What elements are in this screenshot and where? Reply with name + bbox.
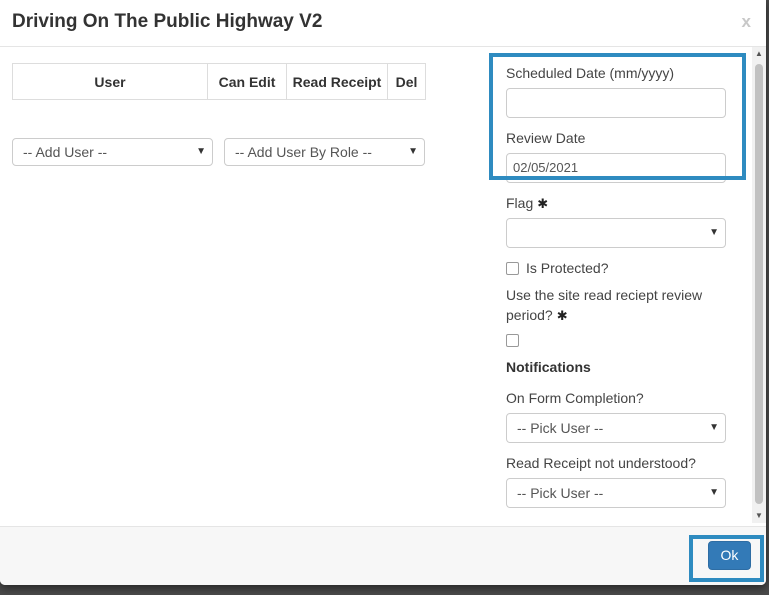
column-header-read-receipt: Read Receipt xyxy=(286,63,388,100)
caret-down-icon: ▼ xyxy=(408,146,418,157)
column-header-can-edit: Can Edit xyxy=(207,63,287,100)
scroll-thumb[interactable] xyxy=(755,64,763,504)
close-icon[interactable]: x xyxy=(742,12,751,32)
caret-down-icon: ▼ xyxy=(709,227,719,238)
caret-down-icon: ▼ xyxy=(196,146,206,157)
users-table: User Can Edit Read Receipt Del xyxy=(12,63,426,100)
review-date-label: Review Date xyxy=(506,130,586,146)
read-receipt-period-label: Use the site read reciept review period?… xyxy=(506,285,716,326)
column-header-user: User xyxy=(12,63,208,100)
scroll-up-arrow-icon[interactable]: ▲ xyxy=(752,47,766,61)
caret-down-icon: ▼ xyxy=(709,487,719,498)
add-user-by-role-select[interactable]: -- Add User By Role -- ▼ xyxy=(224,138,425,166)
modal-dialog: Driving On The Public Highway V2 x User … xyxy=(0,0,766,585)
read-receipt-not-understood-select-value: -- Pick User -- xyxy=(517,485,604,501)
review-date-input[interactable]: 02/05/2021 xyxy=(506,153,726,183)
settings-panel: Scheduled Date (mm/yyyy) Review Date 02/… xyxy=(490,47,752,523)
table-header-row: User Can Edit Read Receipt Del xyxy=(12,63,426,100)
column-header-del: Del xyxy=(387,63,426,100)
notifications-heading: Notifications xyxy=(506,359,591,375)
ok-button[interactable]: Ok xyxy=(708,541,751,570)
asterisk-icon: ✱ xyxy=(537,196,549,211)
asterisk-icon: ✱ xyxy=(556,308,568,323)
settings-scrollbar[interactable]: ▲ ▼ xyxy=(752,47,766,523)
is-protected-checkbox[interactable] xyxy=(506,262,519,275)
flag-label-text: Flag xyxy=(506,195,534,211)
read-receipt-period-label-text: Use the site read reciept review period? xyxy=(506,287,703,323)
scheduled-date-label: Scheduled Date (mm/yyyy) xyxy=(506,65,675,81)
add-user-select[interactable]: -- Add User -- ▼ xyxy=(12,138,213,166)
add-user-select-value: -- Add User -- xyxy=(23,144,108,160)
on-form-completion-select[interactable]: -- Pick User -- ▼ xyxy=(506,413,726,443)
scroll-down-arrow-icon[interactable]: ▼ xyxy=(752,509,766,523)
caret-down-icon: ▼ xyxy=(709,422,719,433)
on-form-completion-select-value: -- Pick User -- xyxy=(517,420,604,436)
flag-select[interactable]: ▼ xyxy=(506,218,726,248)
modal-header: Driving On The Public Highway V2 x xyxy=(0,0,766,47)
is-protected-label: Is Protected? xyxy=(526,260,609,276)
modal-footer xyxy=(0,526,766,585)
scheduled-date-input[interactable] xyxy=(506,88,726,118)
modal-title: Driving On The Public Highway V2 xyxy=(12,11,323,32)
read-receipt-not-understood-label: Read Receipt not understood? xyxy=(506,455,696,471)
on-form-completion-label: On Form Completion? xyxy=(506,390,644,406)
add-user-by-role-select-value: -- Add User By Role -- xyxy=(235,144,372,160)
read-receipt-not-understood-select[interactable]: -- Pick User -- ▼ xyxy=(506,478,726,508)
read-receipt-period-checkbox[interactable] xyxy=(506,334,519,347)
flag-label: Flag ✱ xyxy=(506,195,548,212)
